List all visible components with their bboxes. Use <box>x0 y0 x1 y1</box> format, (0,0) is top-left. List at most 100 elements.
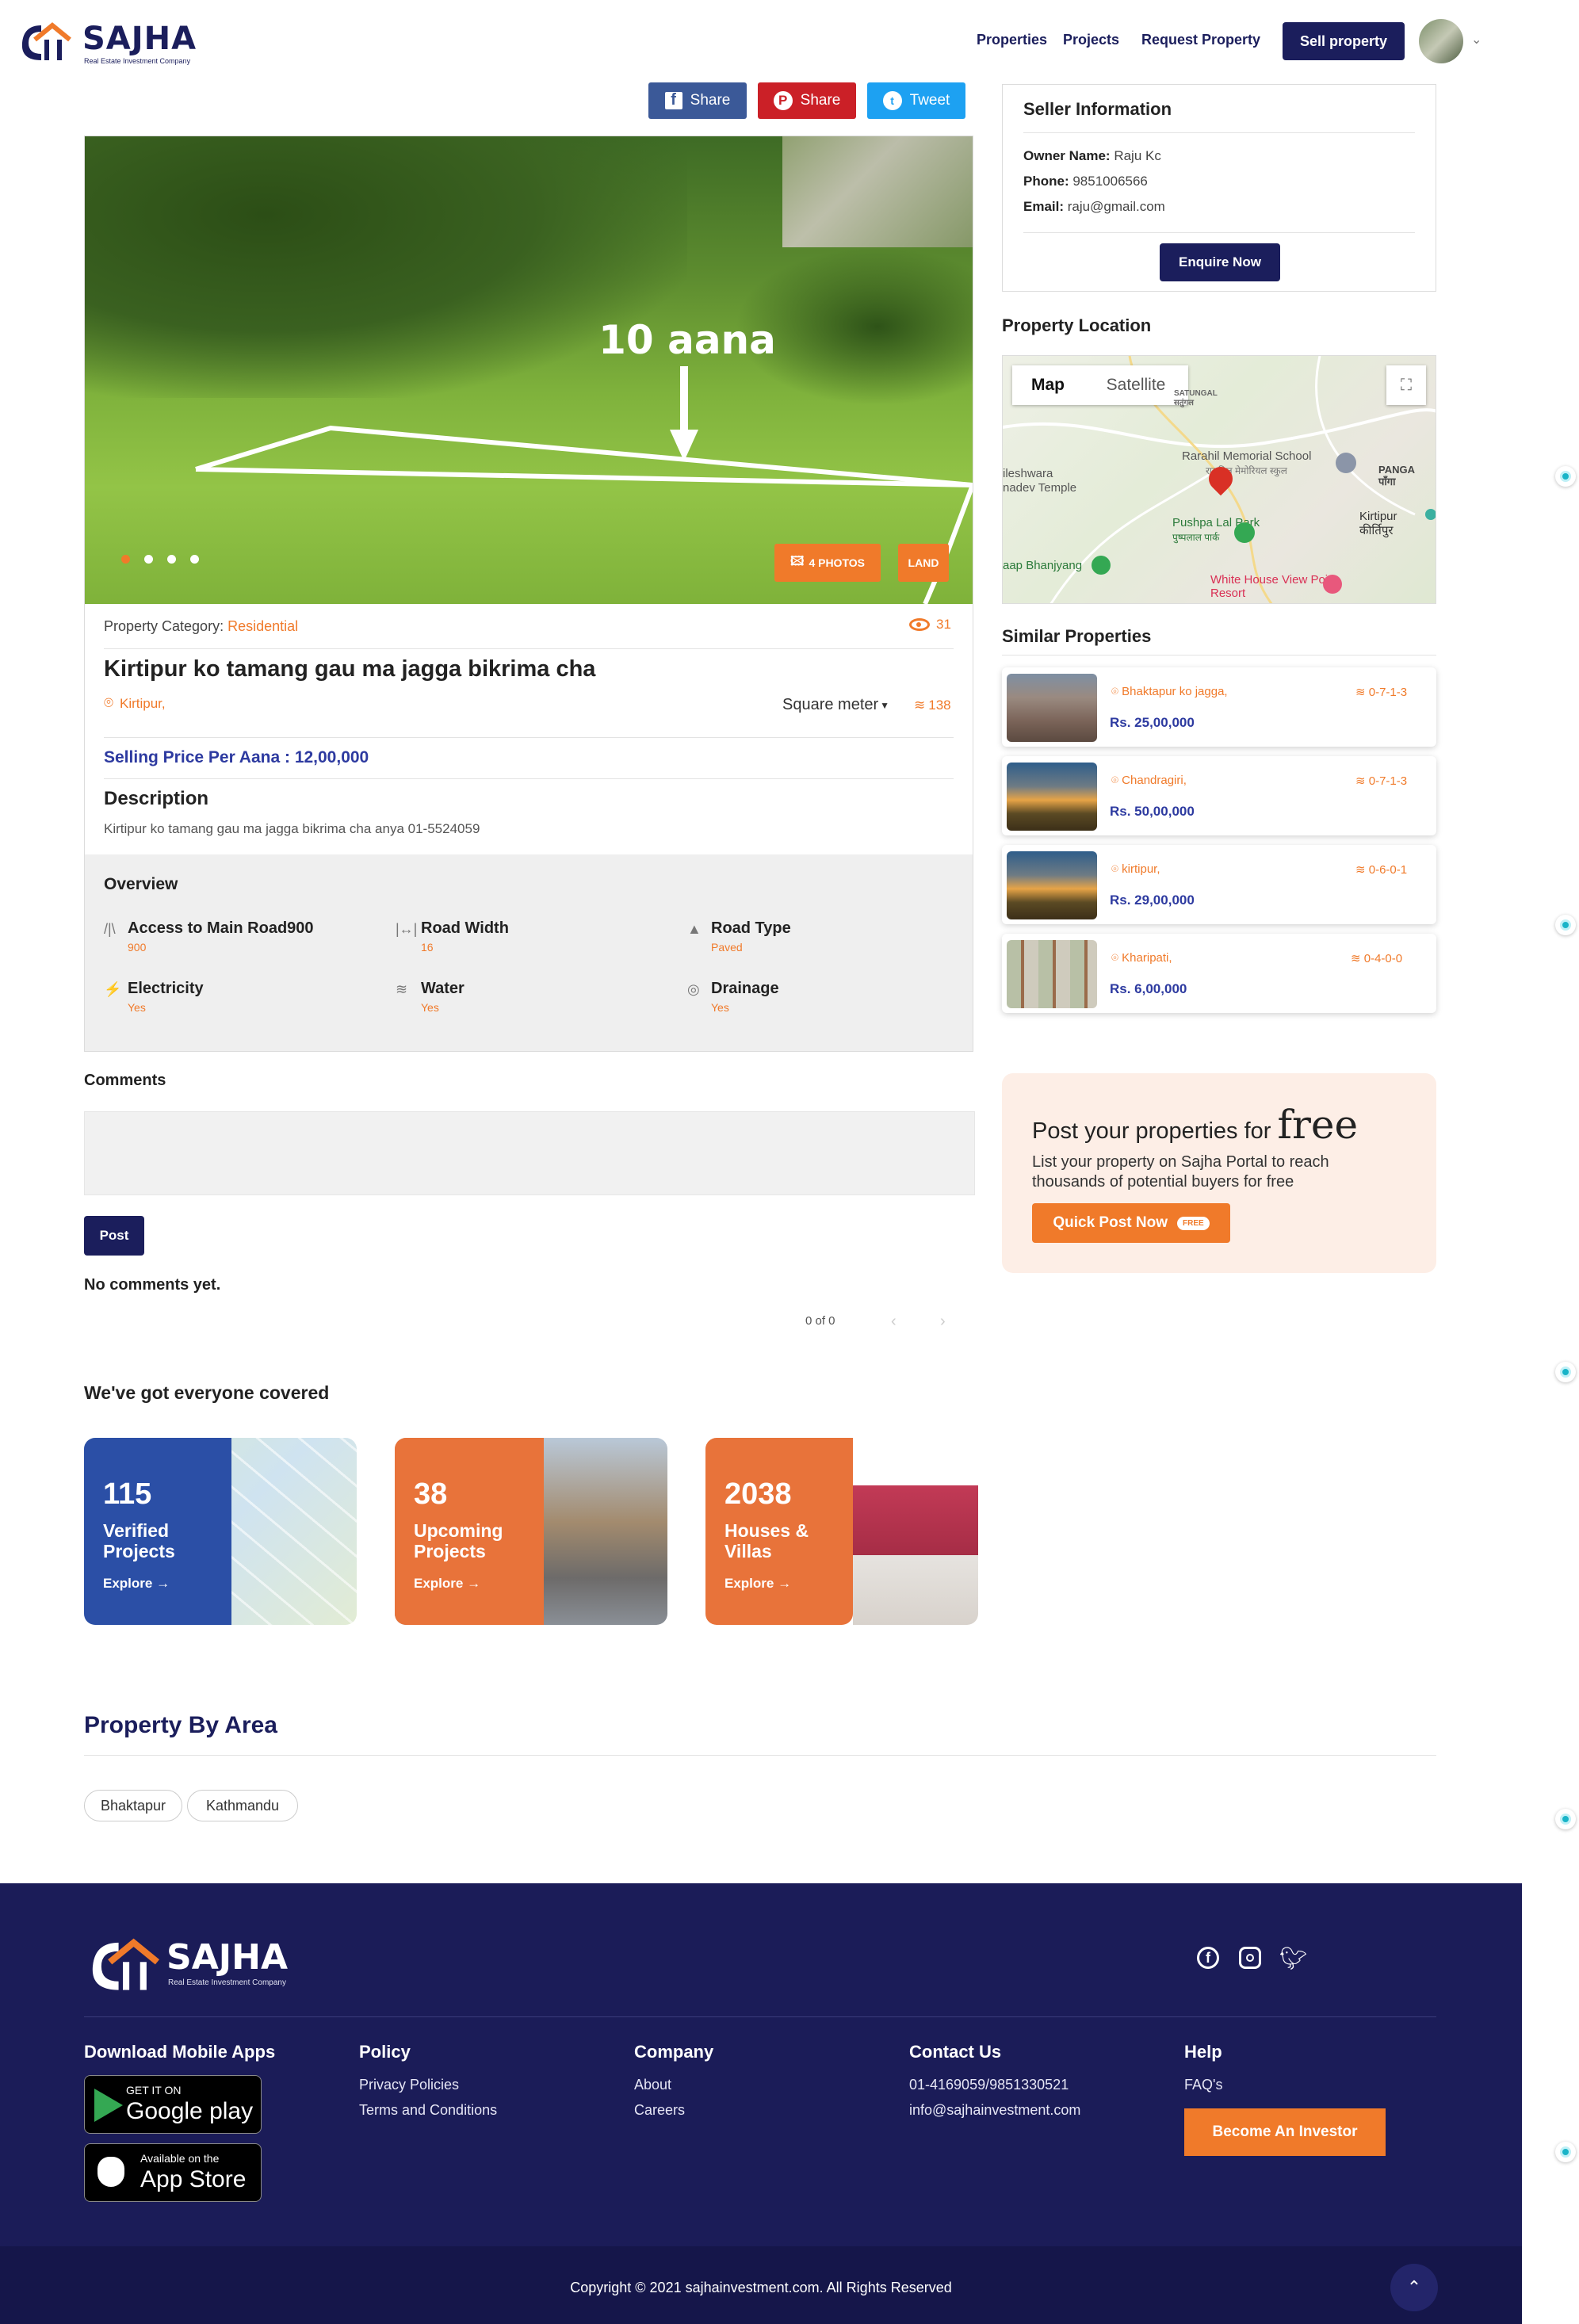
footer-contact-email[interactable]: info@sajhainvestment.com <box>909 2102 1080 2119</box>
overview-item-value: Paved <box>711 941 743 954</box>
instagram-icon[interactable] <box>1239 1947 1261 1969</box>
twitter-icon[interactable]: 🐦︎ <box>1279 1945 1308 1971</box>
seller-email: Email: raju@gmail.com <box>1023 199 1165 215</box>
description-heading: Description <box>104 788 209 809</box>
explore-link[interactable]: Explore → <box>414 1576 480 1592</box>
comment-textarea[interactable] <box>84 1111 975 1195</box>
property-image-carousel[interactable]: 10 aana 🖾 4 PHOTOS LAND <box>85 136 973 604</box>
location-map[interactable]: Map Satellite ⛶ SATUNGAL सतुंगल Rarahil … <box>1002 355 1436 604</box>
type-badge: LAND <box>898 544 949 582</box>
carousel-dot[interactable] <box>144 555 153 564</box>
satellite-tab[interactable]: Satellite <box>1084 365 1188 405</box>
floating-widget-dot[interactable] <box>1555 1809 1576 1829</box>
water-icon: ≋ <box>396 981 408 997</box>
footer-link[interactable]: About <box>634 2077 671 2093</box>
sell-property-button[interactable]: Sell property <box>1283 22 1405 60</box>
unit-select[interactable]: Square meter ▼ <box>782 696 889 714</box>
property-title: Kirtipur ko tamang gau ma jagga bikrima … <box>104 656 596 682</box>
layers-icon: ≋ <box>914 698 926 713</box>
carousel-dot[interactable] <box>190 555 199 564</box>
app-store-big: App Store <box>140 2166 247 2192</box>
similar-property-area: ≋ 0-7-1-3 <box>1355 685 1407 699</box>
explore-link[interactable]: Explore → <box>725 1576 791 1592</box>
enquire-now-button[interactable]: Enquire Now <box>1160 243 1280 281</box>
twitter-share-button[interactable]: t Tweet <box>867 82 965 119</box>
footer-logo[interactable]: SAJHA Real Estate Investment Company <box>84 1929 290 1993</box>
email-value[interactable]: raju@gmail.com <box>1068 199 1165 214</box>
map-tab[interactable]: Map <box>1012 365 1084 405</box>
category-label: Property Category: <box>104 618 224 634</box>
explore-label: Explore <box>103 1576 153 1591</box>
houses-villas-card[interactable]: 2038 Houses & Villas Explore → <box>705 1438 978 1625</box>
floating-widget-dot[interactable] <box>1555 1362 1576 1382</box>
avatar[interactable] <box>1419 19 1463 63</box>
facebook-share-button[interactable]: f Share <box>648 82 747 119</box>
photos-badge[interactable]: 🖾 4 PHOTOS <box>774 544 881 582</box>
location-pin-icon: ⌾ <box>1111 774 1122 787</box>
school-icon <box>1336 453 1356 473</box>
carousel-dots[interactable] <box>121 555 199 564</box>
pinterest-share-button[interactable]: P Share <box>758 82 856 119</box>
floating-widget-dot[interactable] <box>1555 2142 1576 2162</box>
seller-heading: Seller Information <box>1023 99 1172 119</box>
similar-property-area: ≋ 0-4-0-0 <box>1351 951 1402 965</box>
promo-text: List your property on Sajha Portal to re… <box>1032 1153 1329 1191</box>
app-store-badge[interactable]: Available on the App Store <box>84 2143 262 2202</box>
divider <box>104 778 954 779</box>
carousel-dot[interactable] <box>167 555 176 564</box>
footer-link[interactable]: Careers <box>634 2102 685 2119</box>
cover-label-line: Houses & <box>725 1520 809 1541</box>
nav-properties[interactable]: Properties <box>977 32 1047 48</box>
similar-property-area-value: 0-7-1-3 <box>1368 774 1408 788</box>
cover-label: Verified Projects <box>103 1520 175 1561</box>
similar-property-card[interactable]: ⌾ kirtipur, ≋ 0-6-0-1 Rs. 29,00,000 <box>1002 845 1436 924</box>
cover-label-line: Projects <box>414 1541 486 1561</box>
facebook-icon[interactable]: f <box>1197 1947 1219 1969</box>
site-header: SAJHA Real Estate Investment Company Pro… <box>0 0 1579 79</box>
chevron-left-icon[interactable]: ‹ <box>891 1313 897 1331</box>
cover-label: Upcoming Projects <box>414 1520 503 1561</box>
become-investor-button[interactable]: Become An Investor <box>1184 2108 1386 2156</box>
area-tag[interactable]: Bhaktapur <box>84 1790 182 1821</box>
floating-widget-dot[interactable] <box>1555 915 1576 935</box>
phone-value[interactable]: 9851006566 <box>1072 174 1148 189</box>
scroll-top-button[interactable]: ⌃ <box>1390 2264 1438 2311</box>
similar-property-location: ⌾ kirtipur, <box>1111 862 1160 876</box>
cover-label-line: Projects <box>103 1541 175 1561</box>
property-location[interactable]: ⌾ Kirtipur, <box>104 694 166 713</box>
similar-property-location-text: Chandragiri, <box>1122 774 1187 787</box>
covered-heading: We've got everyone covered <box>84 1382 330 1403</box>
similar-property-card[interactable]: ⌾ Kharipati, ≋ 0-4-0-0 Rs. 6,00,000 <box>1002 934 1436 1013</box>
area-tag[interactable]: Kathmandu <box>187 1790 298 1821</box>
footer-contact-phone[interactable]: 01-4169059/9851330521 <box>909 2077 1069 2093</box>
quick-post-button[interactable]: Quick Post Now FREE <box>1032 1203 1230 1243</box>
google-play-big: Google play <box>126 2098 254 2124</box>
chevron-right-icon[interactable]: › <box>940 1313 946 1331</box>
similar-property-card[interactable]: ⌾ Chandragiri, ≋ 0-7-1-3 Rs. 50,00,000 <box>1002 756 1436 835</box>
overview-item-value: Yes <box>711 1001 729 1014</box>
upcoming-projects-card[interactable]: 38 Upcoming Projects Explore → <box>395 1438 667 1625</box>
footer-link[interactable]: Terms and Conditions <box>359 2102 497 2119</box>
hike-icon <box>1092 556 1111 575</box>
verified-projects-card[interactable]: 115 Verified Projects Explore → <box>84 1438 357 1625</box>
carousel-dot[interactable] <box>121 555 130 564</box>
footer-link[interactable]: FAQ's <box>1184 2077 1222 2093</box>
chevron-down-icon[interactable]: ⌄ <box>1471 32 1482 48</box>
company-heading: Company <box>634 2042 714 2062</box>
map-type-toggle: Map Satellite <box>1012 365 1188 405</box>
explore-link[interactable]: Explore → <box>103 1576 170 1592</box>
similar-property-card[interactable]: ⌾ Bhaktapur ko jagga, ≋ 0-7-1-3 Rs. 25,0… <box>1002 667 1436 747</box>
nav-request-property[interactable]: Request Property <box>1141 32 1260 48</box>
floating-widget-dot[interactable] <box>1555 466 1576 487</box>
promo-title: Post your properties for free <box>1032 1102 1358 1148</box>
post-free-promo: Post your properties for free List your … <box>1002 1073 1436 1273</box>
nav-projects[interactable]: Projects <box>1063 32 1119 48</box>
promo-title-text: Post your properties for <box>1032 1118 1271 1144</box>
fullscreen-icon[interactable]: ⛶ <box>1386 365 1426 405</box>
footer-link[interactable]: Privacy Policies <box>359 2077 459 2093</box>
logo[interactable]: SAJHA Real Estate Investment Company <box>17 17 208 65</box>
post-comment-button[interactable]: Post <box>84 1216 144 1256</box>
category-value[interactable]: Residential <box>227 618 298 634</box>
google-play-badge[interactable]: GET IT ON Google play <box>84 2075 262 2134</box>
similar-property-area-value: 0-7-1-3 <box>1368 686 1408 699</box>
